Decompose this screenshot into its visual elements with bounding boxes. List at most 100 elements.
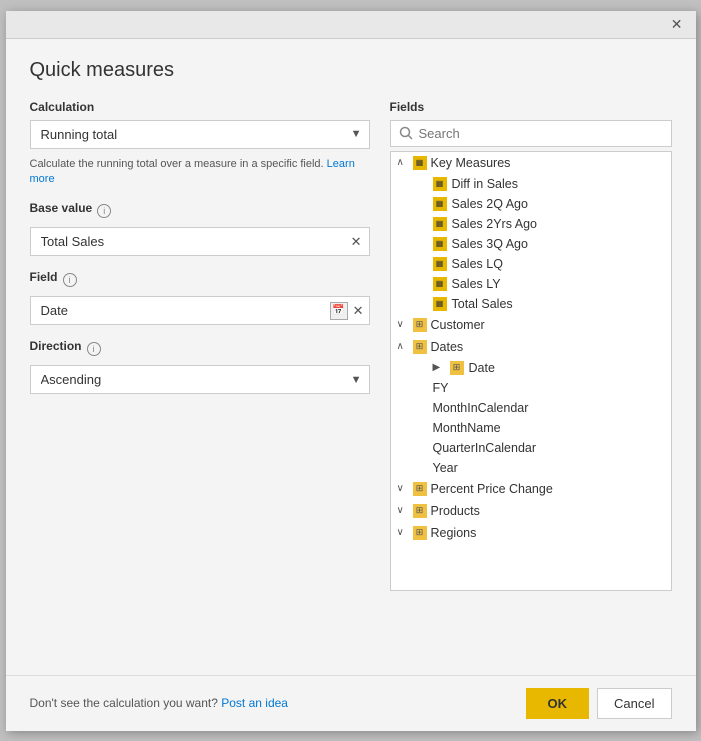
sales-2yrs-ago-label: Sales 2Yrs Ago bbox=[452, 217, 537, 231]
calculation-label: Calculation bbox=[30, 100, 370, 114]
percent-price-change-group[interactable]: ∨ ⊞ Percent Price Change bbox=[391, 478, 671, 500]
sales-2q-ago-label: Sales 2Q Ago bbox=[452, 197, 528, 211]
regions-group[interactable]: ∨ ⊞ Regions bbox=[391, 522, 671, 544]
list-item[interactable]: FY bbox=[391, 378, 671, 398]
sales-ly-label: Sales LY bbox=[452, 277, 501, 291]
direction-label: Direction bbox=[30, 339, 82, 353]
quarter-in-calendar-label: QuarterInCalendar bbox=[433, 441, 537, 455]
direction-wrapper: Ascending Descending ▼ bbox=[30, 365, 370, 394]
dates-icon: ⊞ bbox=[413, 340, 427, 354]
list-item[interactable]: ▦ Sales 2Yrs Ago bbox=[391, 214, 671, 234]
field-clear-button[interactable]: ✕ bbox=[351, 303, 366, 319]
ok-button[interactable]: OK bbox=[526, 688, 590, 719]
customer-label: Customer bbox=[431, 318, 485, 332]
customer-group[interactable]: ∨ ⊞ Customer bbox=[391, 314, 671, 336]
base-value-label: Base value bbox=[30, 201, 93, 215]
close-button[interactable]: ✕ bbox=[666, 14, 688, 35]
dates-chevron: ∧ bbox=[397, 341, 409, 352]
list-item[interactable]: ▦ Sales LY bbox=[391, 274, 671, 294]
year-label: Year bbox=[433, 461, 458, 475]
date-sub-chevron: ▶ bbox=[433, 362, 445, 373]
list-item[interactable]: ▦ Sales LQ bbox=[391, 254, 671, 274]
post-idea-link[interactable]: Post an idea bbox=[221, 696, 288, 710]
base-value-input[interactable] bbox=[30, 227, 370, 256]
dialog-title: Quick measures bbox=[30, 59, 672, 82]
list-item[interactable]: Year bbox=[391, 458, 671, 478]
search-icon bbox=[399, 126, 413, 140]
list-item[interactable]: MonthName bbox=[391, 418, 671, 438]
left-panel: Calculation Running total Average per ca… bbox=[30, 100, 370, 675]
list-item[interactable]: ▦ Sales 2Q Ago bbox=[391, 194, 671, 214]
month-in-calendar-label: MonthInCalendar bbox=[433, 401, 529, 415]
products-icon: ⊞ bbox=[413, 504, 427, 518]
key-measures-group[interactable]: ∧ ▦ Key Measures bbox=[391, 152, 671, 174]
calc-description: Calculate the running total over a measu… bbox=[30, 157, 370, 188]
direction-info-icon: i bbox=[87, 342, 101, 356]
regions-label: Regions bbox=[431, 526, 477, 540]
key-measures-icon: ▦ bbox=[413, 156, 427, 170]
regions-chevron: ∨ bbox=[397, 527, 409, 538]
customer-icon: ⊞ bbox=[413, 318, 427, 332]
list-item[interactable]: ▦ Diff in Sales bbox=[391, 174, 671, 194]
field-label-row: Field i bbox=[30, 270, 370, 290]
sales-2q-ago-icon: ▦ bbox=[433, 197, 447, 211]
regions-icon: ⊞ bbox=[413, 526, 427, 540]
direction-select[interactable]: Ascending Descending bbox=[30, 365, 370, 394]
total-sales-label: Total Sales bbox=[452, 297, 513, 311]
key-measures-chevron: ∧ bbox=[397, 157, 409, 168]
footer-link: Don't see the calculation you want? Post… bbox=[30, 696, 288, 710]
total-sales-icon: ▦ bbox=[433, 297, 447, 311]
diff-in-sales-icon: ▦ bbox=[433, 177, 447, 191]
sales-lq-label: Sales LQ bbox=[452, 257, 503, 271]
base-value-input-wrapper: ✕ bbox=[30, 227, 370, 256]
field-info-icon: i bbox=[63, 273, 77, 287]
dialog-body: Quick measures Calculation Running total… bbox=[6, 39, 696, 675]
date-sub-icon: ⊞ bbox=[450, 361, 464, 375]
cancel-button[interactable]: Cancel bbox=[597, 688, 671, 719]
calculation-select[interactable]: Running total Average per category Diffe… bbox=[30, 120, 370, 149]
field-input[interactable] bbox=[30, 296, 370, 325]
date-sub-label: Date bbox=[469, 361, 495, 375]
sales-lq-icon: ▦ bbox=[433, 257, 447, 271]
field-label: Field bbox=[30, 270, 58, 284]
quick-measures-dialog: ✕ Quick measures Calculation Running tot… bbox=[6, 11, 696, 731]
ppc-icon: ⊞ bbox=[413, 482, 427, 496]
fy-label: FY bbox=[433, 381, 449, 395]
dialog-footer: Don't see the calculation you want? Post… bbox=[6, 675, 696, 731]
sales-2yrs-ago-icon: ▦ bbox=[433, 217, 447, 231]
calculation-wrapper: Running total Average per category Diffe… bbox=[30, 120, 370, 149]
dates-group[interactable]: ∧ ⊞ Dates bbox=[391, 336, 671, 358]
dates-label: Dates bbox=[431, 340, 464, 354]
products-chevron: ∨ bbox=[397, 505, 409, 516]
list-item[interactable]: ▦ Total Sales bbox=[391, 294, 671, 314]
sales-ly-icon: ▦ bbox=[433, 277, 447, 291]
products-group[interactable]: ∨ ⊞ Products bbox=[391, 500, 671, 522]
sales-3q-ago-label: Sales 3Q Ago bbox=[452, 237, 528, 251]
base-value-label-row: Base value i bbox=[30, 201, 370, 221]
two-column-layout: Calculation Running total Average per ca… bbox=[30, 100, 672, 675]
right-panel: Fields ∧ ▦ Key Measures bbox=[390, 100, 672, 675]
fields-search-input[interactable] bbox=[419, 126, 663, 141]
sales-3q-ago-icon: ▦ bbox=[433, 237, 447, 251]
calendar-icon: 📅 bbox=[330, 302, 348, 320]
ppc-label: Percent Price Change bbox=[431, 482, 553, 496]
direction-label-row: Direction i bbox=[30, 339, 370, 359]
fields-label: Fields bbox=[390, 100, 672, 114]
footer-buttons: OK Cancel bbox=[526, 688, 672, 719]
list-item[interactable]: MonthInCalendar bbox=[391, 398, 671, 418]
titlebar: ✕ bbox=[6, 11, 696, 39]
search-box bbox=[390, 120, 672, 147]
base-value-info-icon: i bbox=[97, 204, 111, 218]
diff-in-sales-label: Diff in Sales bbox=[452, 177, 518, 191]
list-item[interactable]: ▶ ⊞ Date bbox=[391, 358, 671, 378]
base-value-clear-button[interactable]: ✕ bbox=[349, 234, 364, 250]
fields-tree[interactable]: ∧ ▦ Key Measures ▦ Diff in Sales ▦ Sales… bbox=[390, 151, 672, 591]
products-label: Products bbox=[431, 504, 480, 518]
field-input-wrapper: 📅 ✕ bbox=[30, 296, 370, 325]
customer-chevron: ∨ bbox=[397, 319, 409, 330]
month-name-label: MonthName bbox=[433, 421, 501, 435]
list-item[interactable]: QuarterInCalendar bbox=[391, 438, 671, 458]
ppc-chevron: ∨ bbox=[397, 483, 409, 494]
field-icons: 📅 ✕ bbox=[330, 302, 366, 320]
list-item[interactable]: ▦ Sales 3Q Ago bbox=[391, 234, 671, 254]
